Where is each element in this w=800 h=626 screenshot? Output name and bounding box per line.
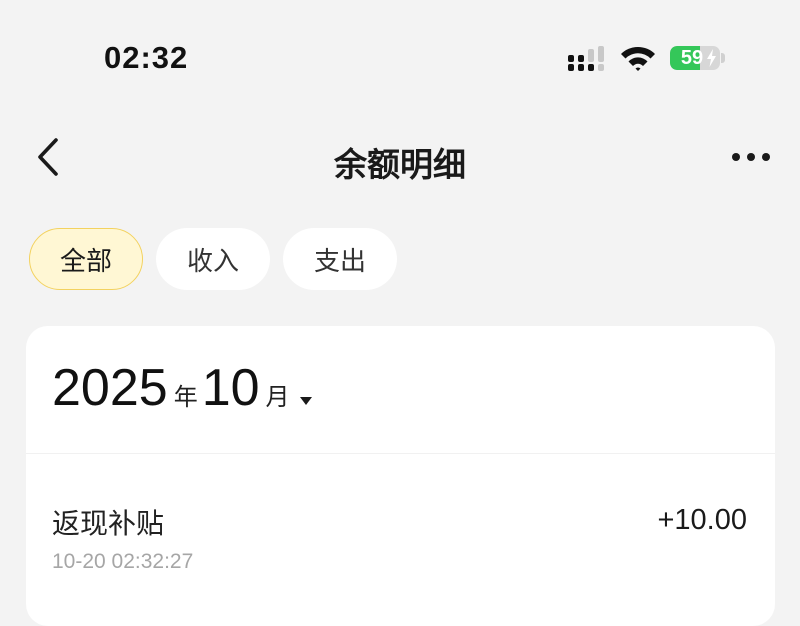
more-dots-icon: [732, 153, 770, 161]
transaction-row[interactable]: 返现补贴 10-20 02:32:27 +10.00: [26, 454, 775, 624]
balance-card: 2025 年10 月 返现补贴 10-20 02:32:27 +10.00: [26, 326, 775, 626]
nav-bar: 余额明细: [0, 120, 800, 200]
transaction-amount: +10.00: [657, 504, 747, 536]
month-value: 10: [201, 359, 260, 417]
year-value: 2025: [52, 359, 168, 417]
charging-bolt-icon: [707, 49, 716, 67]
status-bar: 02:32 59: [0, 0, 800, 110]
transaction-title: 返现补贴: [52, 507, 165, 540]
battery-cap: [721, 53, 725, 63]
status-time: 02:32: [104, 40, 189, 75]
wifi-icon: [621, 46, 655, 71]
caret-down-icon: [299, 396, 312, 405]
more-button[interactable]: [726, 142, 776, 172]
filter-tabs: 全部 收入 支出: [29, 228, 397, 292]
tab-expense[interactable]: 支出: [283, 228, 397, 290]
year-unit: 年: [173, 383, 198, 411]
transaction-time: 10-20 02:32:27: [52, 550, 194, 573]
battery-icon: 59: [670, 46, 720, 70]
tab-income[interactable]: 收入: [156, 228, 270, 290]
tab-all[interactable]: 全部: [29, 228, 143, 290]
month-selector[interactable]: 2025 年10 月: [52, 358, 312, 428]
cellular-signal-icon: [568, 46, 604, 71]
month-unit: 月: [265, 383, 290, 411]
page-title: 余额明细: [334, 145, 466, 184]
